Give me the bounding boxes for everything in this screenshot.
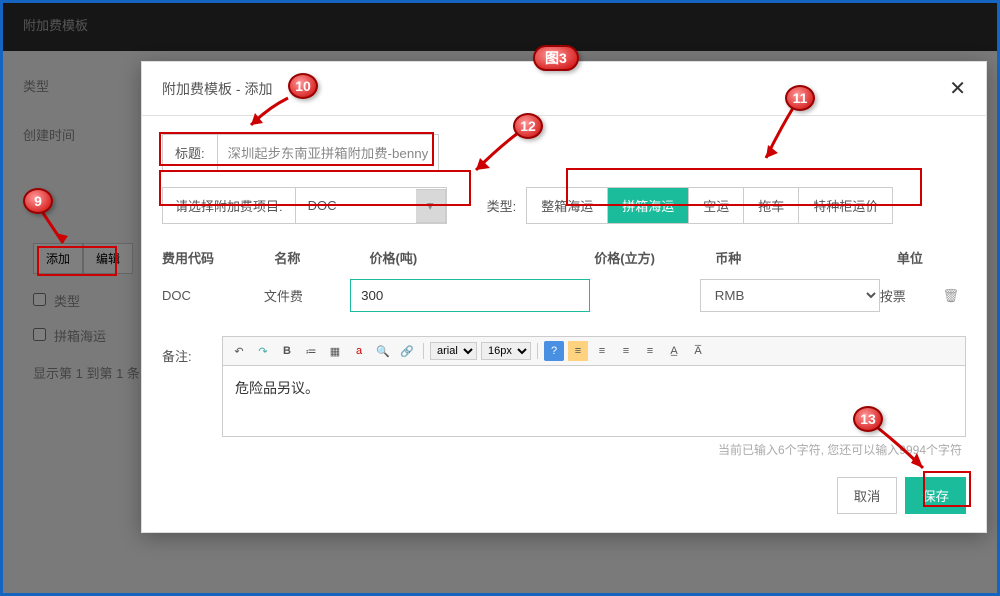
close-icon[interactable]: ✕ — [949, 76, 966, 101]
currency-select[interactable]: RMB — [700, 279, 880, 312]
align-justify-icon[interactable]: ≡ — [640, 341, 660, 361]
search-icon[interactable]: 🔍 — [373, 341, 393, 361]
cancel-button[interactable]: 取消 — [837, 477, 898, 514]
help-icon[interactable]: ? — [544, 341, 564, 361]
table-header: 费用代码 名称 价格(吨) 价格(立方) 币种 单位 — [162, 240, 966, 275]
bold-icon[interactable]: B — [277, 341, 297, 361]
td-code: DOC — [162, 288, 264, 303]
th-price-m3: 价格(立方) — [594, 248, 715, 267]
th-unit: 单位 — [897, 248, 966, 267]
td-unit: 按票 — [880, 286, 943, 305]
char-count: 当前已输入6个字符, 您还可以输入9994个字符 — [222, 441, 966, 458]
td-delete: 🗑 — [942, 288, 966, 304]
th-price-ton: 价格(吨) — [369, 248, 594, 267]
editor-toolbar: ↶ ↷ B ≔ ▦ a 🔍 🔗 arial 16px ? ≡ — [223, 337, 965, 366]
th-currency: 币种 — [715, 248, 897, 267]
align-left-icon[interactable]: ≡ — [568, 341, 588, 361]
font-increase-icon[interactable]: A̅ — [688, 341, 708, 361]
fee-table: 费用代码 名称 价格(吨) 价格(立方) 币种 单位 DOC 文件费 RMB — [162, 240, 966, 316]
annotation-box-10 — [159, 132, 434, 166]
annotation-box-12 — [159, 170, 471, 206]
rich-editor: ↶ ↷ B ≔ ▦ a 🔍 🔗 arial 16px ? ≡ — [222, 336, 966, 437]
arrow-13 — [873, 423, 933, 478]
separator — [537, 343, 538, 359]
attach-icon[interactable]: 🔗 — [397, 341, 417, 361]
arrow-9 — [38, 208, 78, 253]
format-icon[interactable]: ≔ — [301, 341, 321, 361]
td-name: 文件费 — [264, 286, 350, 305]
editor-column: ↶ ↷ B ≔ ▦ a 🔍 🔗 arial 16px ? ≡ — [222, 336, 966, 458]
font-select[interactable]: arial — [430, 342, 477, 360]
separator — [423, 343, 424, 359]
trash-icon[interactable]: 🗑 — [942, 288, 959, 303]
redo-icon[interactable]: ↷ — [253, 341, 273, 361]
price-ton-input[interactable] — [350, 279, 590, 312]
size-select[interactable]: 16px — [481, 342, 531, 360]
font-decrease-icon[interactable]: A̲ — [664, 341, 684, 361]
annotation-box-11 — [566, 168, 922, 206]
text-color-icon[interactable]: a — [349, 341, 369, 361]
type-label: 类型: — [487, 196, 517, 215]
td-price-ton — [350, 279, 590, 312]
arrow-10 — [243, 93, 293, 133]
table-icon[interactable]: ▦ — [325, 341, 345, 361]
align-center-icon[interactable]: ≡ — [592, 341, 612, 361]
arrow-11 — [758, 103, 803, 168]
th-name: 名称 — [274, 248, 369, 267]
undo-icon[interactable]: ↶ — [229, 341, 249, 361]
table-row: DOC 文件费 RMB 按票 🗑 — [162, 275, 966, 316]
th-code: 费用代码 — [162, 248, 274, 267]
editor-content[interactable]: 危险品另议。 — [223, 366, 965, 436]
remarks-label: 备注: — [162, 336, 212, 365]
td-currency: RMB — [700, 279, 880, 312]
arrow-12 — [468, 128, 523, 178]
remarks-row: 备注: ↶ ↷ B ≔ ▦ a 🔍 🔗 arial 16px — [162, 336, 966, 458]
align-right-icon[interactable]: ≡ — [616, 341, 636, 361]
